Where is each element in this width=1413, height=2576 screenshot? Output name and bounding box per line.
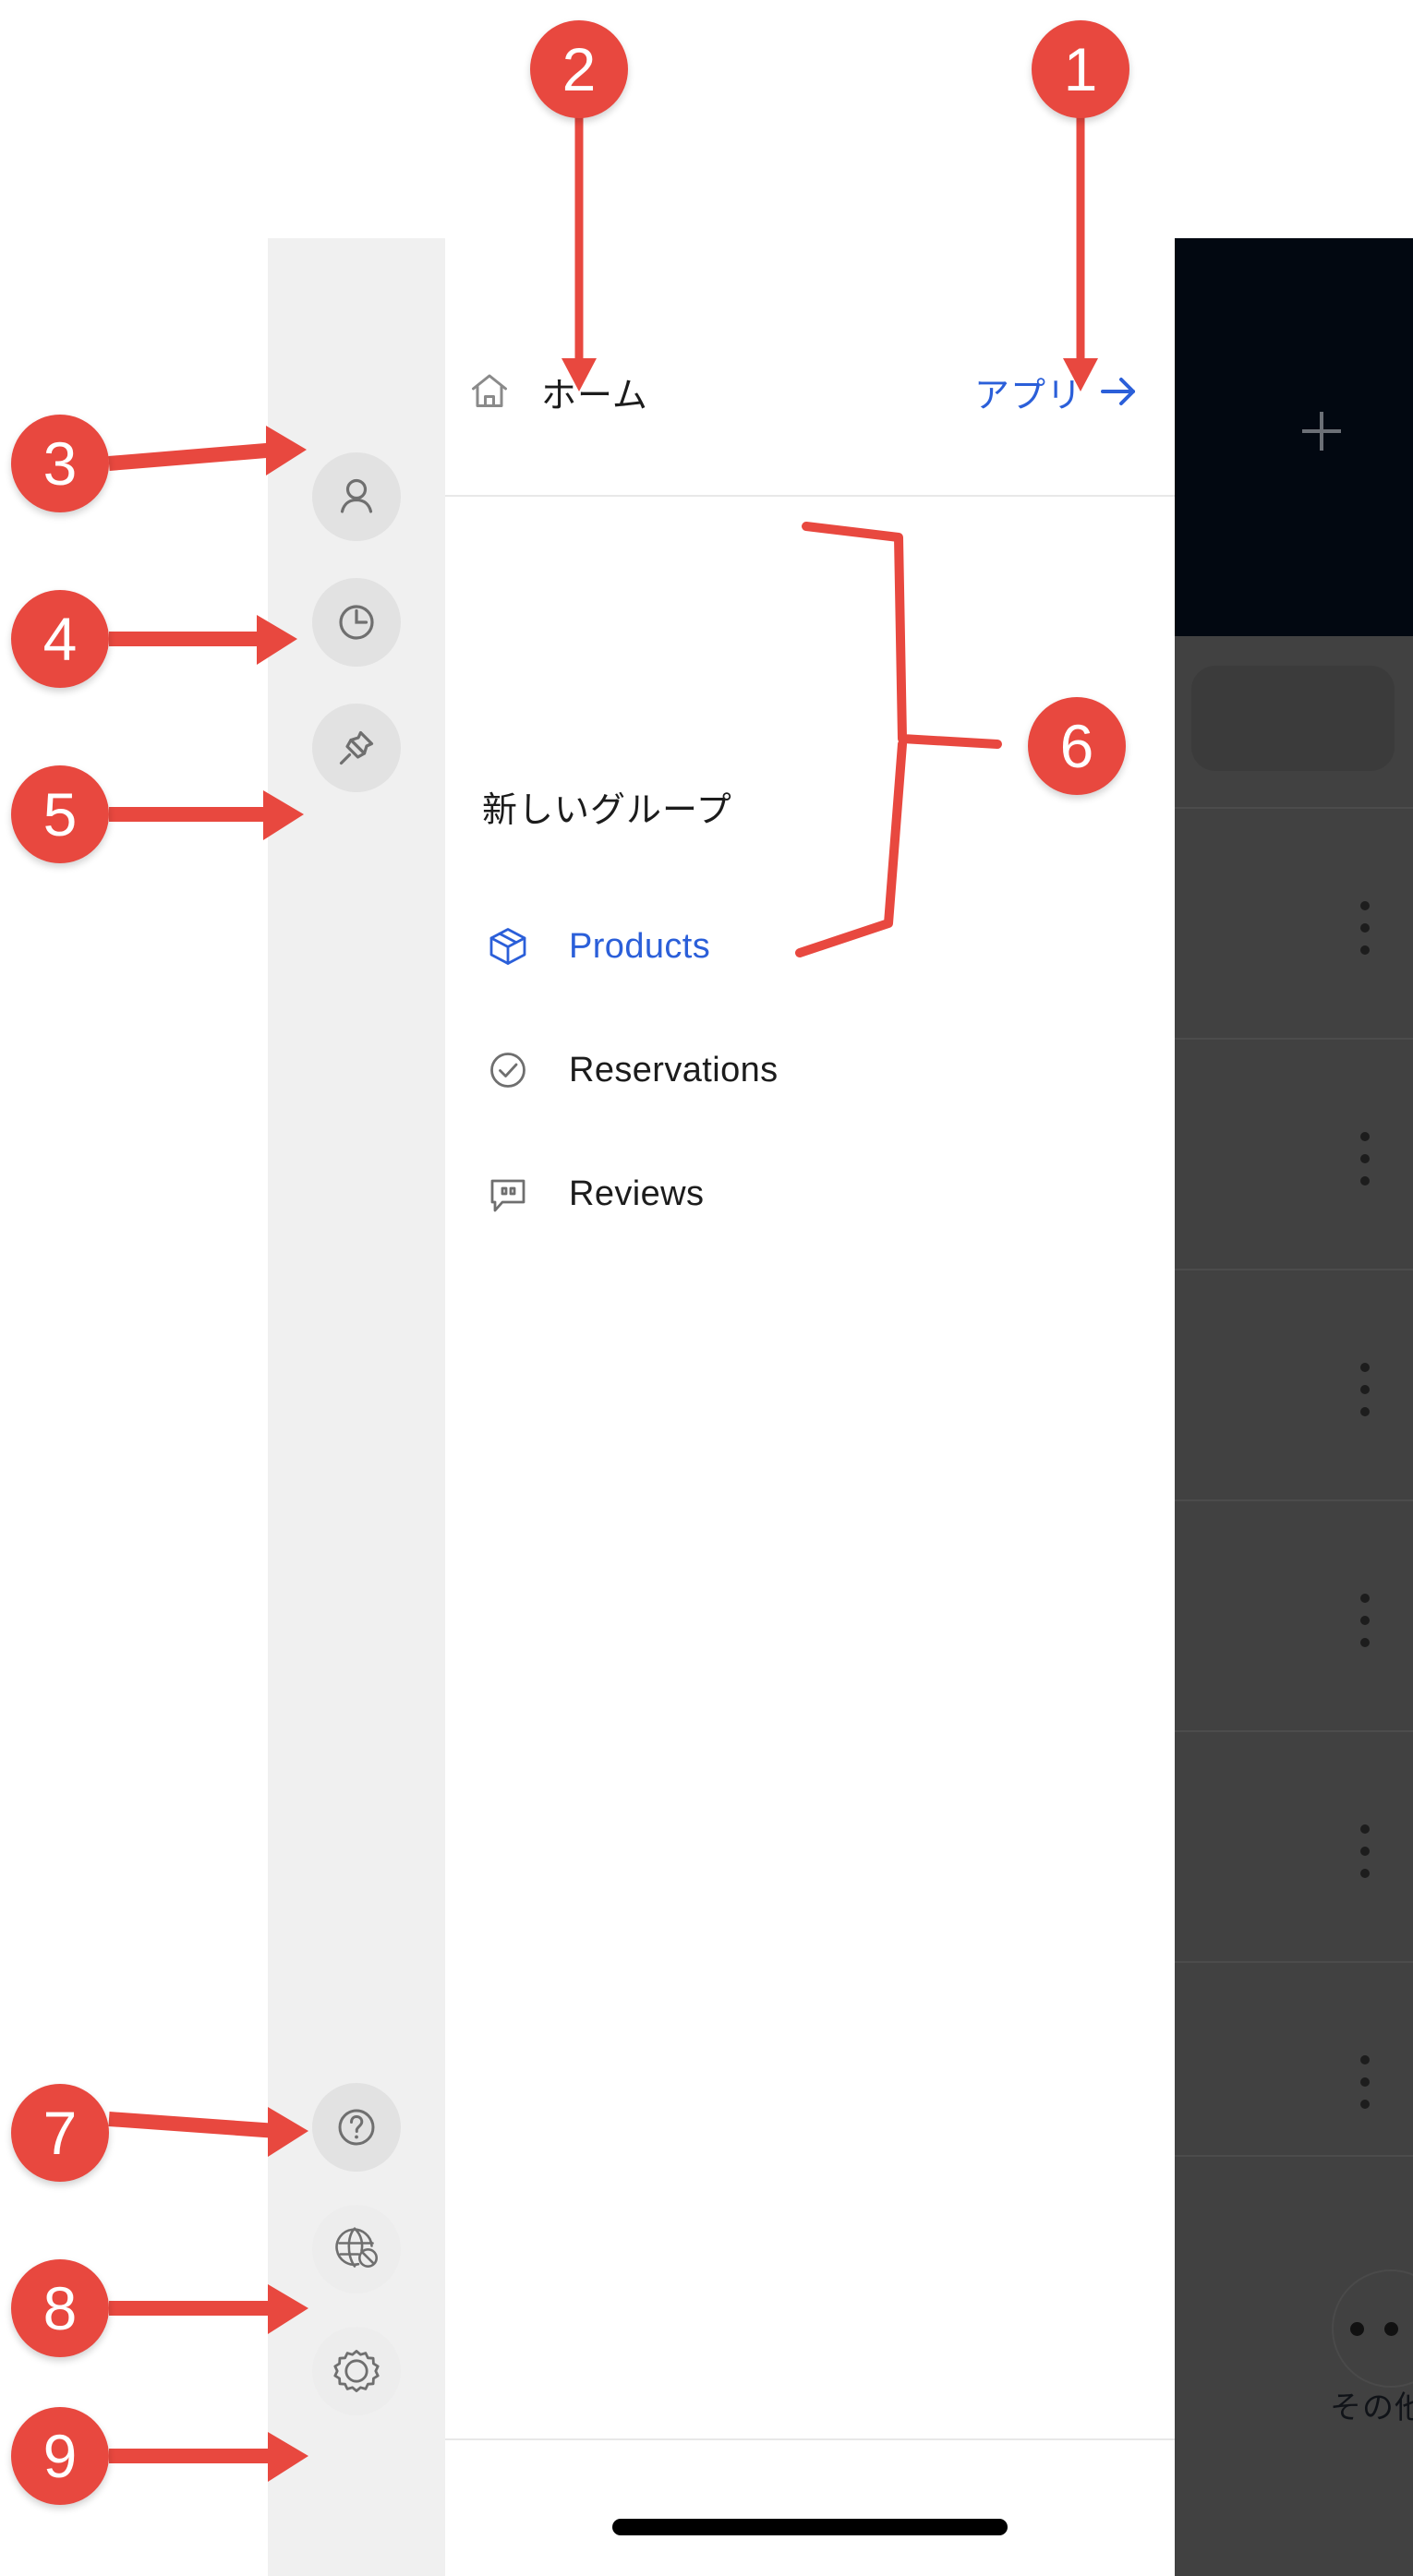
clock-icon: [332, 597, 381, 647]
package-box-icon: [484, 922, 532, 970]
kebab-menu-icon[interactable]: [1360, 1363, 1370, 1416]
kebab-menu-icon[interactable]: [1360, 1132, 1370, 1186]
drawer-footer-divider: [445, 2438, 1175, 2440]
annotation-badge-8: 8: [11, 2259, 109, 2357]
menu-item-label: Reservations: [569, 1050, 779, 1089]
kebab-menu-icon[interactable]: [1360, 1824, 1370, 1878]
kebab-menu-icon[interactable]: [1360, 901, 1370, 955]
menu-item-reservations[interactable]: Reservations: [445, 1008, 1175, 1132]
drawer-header: ホーム アプリ: [445, 340, 1175, 443]
gear-icon: [329, 2343, 384, 2399]
phone-screen: その他 ホーム アプリ 新しいグループ Products Reservation…: [268, 238, 1413, 2576]
annotation-badge-2: 2: [530, 20, 628, 118]
drawer-header-divider: [445, 495, 1175, 497]
row-separator: [1175, 1499, 1413, 1501]
annotation-badge-4: 4: [11, 590, 109, 688]
person-icon: [332, 472, 381, 522]
home-label[interactable]: ホーム: [541, 367, 648, 417]
row-separator: [1175, 1269, 1413, 1270]
row-separator: [1175, 1961, 1413, 1963]
plus-icon[interactable]: [1293, 403, 1350, 460]
question-mark-icon: [332, 2102, 381, 2152]
row-separator: [1175, 1038, 1413, 1040]
help-button[interactable]: [312, 2083, 401, 2172]
history-button[interactable]: [312, 578, 401, 667]
row-separator: [1175, 2155, 1413, 2157]
navigation-drawer: ホーム アプリ 新しいグループ Products Reservations Re…: [445, 238, 1175, 2576]
app-card[interactable]: [1191, 666, 1395, 771]
menu-item-label: Products: [569, 926, 711, 966]
menu-items-group: Products Reservations Reviews: [445, 885, 1175, 1256]
review-bubble-icon: [484, 1170, 532, 1218]
row-separator: [1175, 1730, 1413, 1732]
kebab-menu-icon[interactable]: [1360, 2055, 1370, 2109]
app-more-label: その他: [1330, 2390, 1413, 2426]
group-title: 新しいグループ: [482, 791, 732, 830]
annotation-badge-5: 5: [11, 765, 109, 863]
menu-item-label: Reviews: [569, 1174, 705, 1213]
home-indicator: [445, 2519, 1175, 2535]
annotation-badge-9: 9: [11, 2407, 109, 2505]
account-button[interactable]: [312, 452, 401, 541]
menu-item-products[interactable]: Products: [445, 885, 1175, 1008]
check-circle-icon: [484, 1046, 532, 1094]
pin-icon: [332, 723, 381, 773]
kebab-menu-icon[interactable]: [1360, 1594, 1370, 1647]
icon-rail: [268, 238, 445, 2576]
annotation-badge-3: 3: [11, 415, 109, 512]
pinned-button[interactable]: [312, 704, 401, 792]
menu-item-reviews[interactable]: Reviews: [445, 1132, 1175, 1256]
apps-link[interactable]: アプリ: [974, 367, 1140, 417]
annotation-badge-1: 1: [1032, 20, 1129, 118]
apps-link-label: アプリ: [973, 376, 1082, 415]
globe-slash-icon: [330, 2222, 383, 2276]
annotation-badge-7: 7: [11, 2084, 109, 2182]
settings-button[interactable]: [312, 2327, 401, 2415]
offline-button[interactable]: [312, 2205, 401, 2293]
row-separator: [1175, 807, 1413, 809]
arrow-right-icon: [1097, 373, 1140, 410]
home-icon: [465, 367, 513, 415]
